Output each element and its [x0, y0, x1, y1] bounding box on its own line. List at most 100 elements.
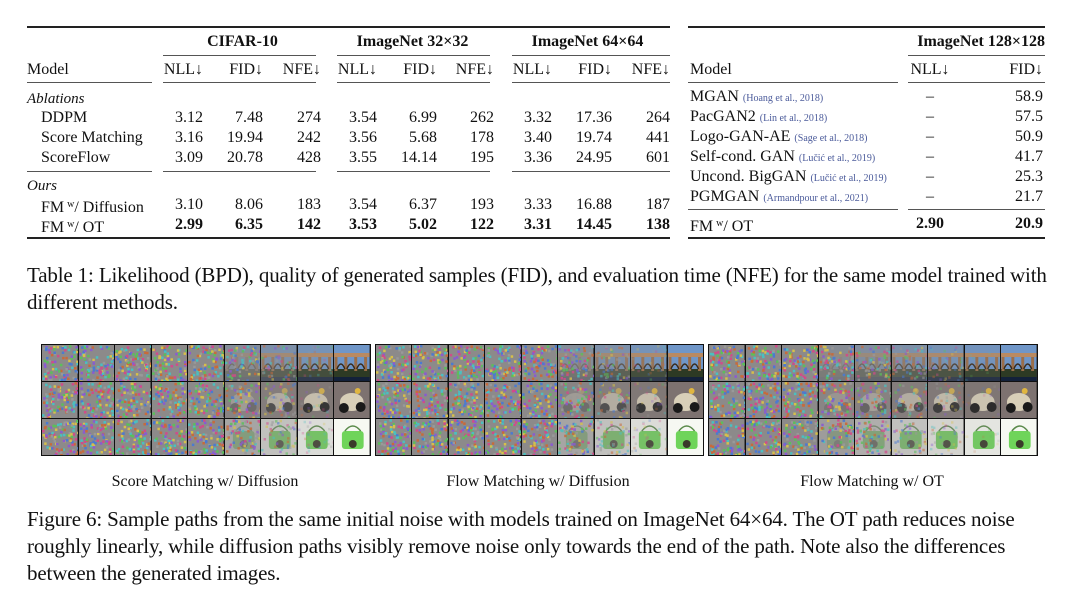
citation-link[interactable]: (Lin et al., 2018): [760, 113, 827, 124]
sample-image-tile: [1001, 419, 1037, 455]
group-header-cifar10: CIFAR-10: [207, 33, 278, 50]
sample-image-tile: [782, 419, 818, 455]
sample-image-tile: [709, 345, 745, 381]
sample-image-tile: [964, 345, 1001, 381]
table-cell: 20.78: [227, 149, 263, 166]
metric-header: FID↓: [403, 61, 437, 78]
sample-path-panel-score-matching-diffusion: [41, 344, 371, 456]
sample-image-tile: [151, 419, 188, 455]
section-rule: [337, 171, 490, 172]
metric-header-fid: FID↓: [1009, 61, 1043, 78]
ours-rule: [908, 209, 1045, 210]
sample-image-tile: [594, 345, 631, 381]
model-name: FM: [690, 218, 714, 235]
sample-image-tile: [376, 382, 412, 418]
sample-image-tile: [376, 345, 412, 381]
ours-rule: [688, 209, 898, 210]
metric-header: NFE↓: [455, 61, 494, 78]
sample-image-tile: [594, 382, 631, 418]
table-cell: 3.40: [524, 129, 552, 146]
table-cell-fid: 58.9: [1015, 88, 1043, 105]
ours-fid: 20.9: [1015, 215, 1043, 232]
section-title: Ablations: [27, 91, 85, 107]
sample-image-tile: [485, 382, 521, 418]
table-cell: 3.12: [175, 109, 203, 126]
table-cell: 6.37: [409, 196, 437, 213]
sample-image-tile: [558, 345, 594, 381]
group-header-imagenet32: ImageNet 32×32: [356, 33, 469, 50]
sample-image-tile: [928, 345, 964, 381]
header-rule: [27, 82, 152, 83]
bottom-rule: [27, 237, 670, 239]
model-header: Model: [27, 61, 69, 78]
model-name: PGMGAN: [690, 188, 760, 205]
citation-link[interactable]: (Hoang et al., 2018): [743, 93, 823, 104]
table-cell: 441: [646, 129, 670, 146]
figure-6-caption: Figure 6: Sample paths from the same ini…: [27, 507, 1015, 585]
citation-link[interactable]: (Lučić et al., 2019): [799, 153, 875, 164]
table-cell: 6.99: [409, 109, 437, 126]
table-cell: 187: [646, 196, 670, 213]
sample-image-tile: [667, 345, 703, 381]
sample-image-tile: [115, 382, 151, 418]
model-name: FM: [41, 199, 65, 216]
table-row-model: Score Matching: [41, 128, 143, 148]
model-name: Logo-GAN-AE: [690, 128, 791, 145]
sample-image-tile: [818, 419, 855, 455]
sample-path-panel-flow-matching-diffusion: [375, 344, 704, 456]
table-cell-fid: 57.5: [1015, 108, 1043, 125]
table-cell: 193: [470, 196, 494, 213]
sample-image-tile: [667, 419, 703, 455]
model-name: DDPM: [41, 109, 88, 126]
sample-image-tile: [855, 382, 891, 418]
citation-link[interactable]: (Sage et al., 2018): [794, 133, 867, 144]
sample-image-tile: [412, 419, 448, 455]
table-cell: 178: [470, 129, 494, 146]
table-row-model: Logo-GAN-AE (Sage et al., 2018): [690, 127, 867, 149]
sample-image-tile: [261, 382, 297, 418]
table-cell: 24.95: [576, 149, 612, 166]
table-row-model: ScoreFlow: [41, 148, 110, 168]
table-cell: 5.68: [409, 129, 437, 146]
section-title: Ours: [27, 178, 58, 194]
table-cell: 19.74: [576, 129, 612, 146]
citation-link[interactable]: (Armandpour et al., 2021): [763, 193, 868, 204]
sample-image-tile: [891, 419, 928, 455]
table-cell: 262: [470, 109, 494, 126]
sample-image-tile: [261, 345, 297, 381]
metric-header: FID↓: [229, 61, 263, 78]
metric-header: NLL↓: [512, 61, 552, 78]
table-cell: 428: [297, 149, 321, 166]
model-name: Score Matching: [41, 129, 143, 146]
table-cell: 264: [646, 109, 670, 126]
table-cell: 2.99: [175, 216, 203, 233]
sample-image-tile: [818, 382, 855, 418]
model-name: FM: [41, 219, 65, 236]
sample-image-tile: [818, 345, 855, 381]
sample-image-tile: [448, 345, 485, 381]
model-name: ScoreFlow: [41, 149, 111, 166]
sample-image-tile: [115, 419, 151, 455]
table-cell-fid: 21.7: [1015, 188, 1043, 205]
sample-image-tile: [855, 419, 891, 455]
table-cell: 142: [297, 216, 321, 233]
table-cell-fid: 25.3: [1015, 168, 1043, 185]
table-cell: 17.36: [576, 109, 612, 126]
table-cell: 5.02: [409, 216, 437, 233]
cmidrule: [337, 55, 490, 56]
sample-image-tile: [558, 419, 594, 455]
table-cell: 274: [297, 109, 321, 126]
table-cell: 3.55: [349, 149, 377, 166]
citation-link[interactable]: (Lučić et al., 2019): [810, 173, 886, 184]
section-rule: [512, 171, 670, 172]
sample-image-tile: [891, 382, 928, 418]
table-cell: 19.94: [227, 129, 263, 146]
table-cell: 183: [297, 196, 321, 213]
sample-image-tile: [412, 382, 448, 418]
table-cell: 195: [470, 149, 494, 166]
sample-image-tile: [928, 382, 964, 418]
bottom-rule: [688, 237, 1045, 239]
table-cell: 14.45: [576, 216, 612, 233]
sample-image-tile: [188, 382, 224, 418]
ours-model: FM w/ OT: [690, 214, 753, 237]
